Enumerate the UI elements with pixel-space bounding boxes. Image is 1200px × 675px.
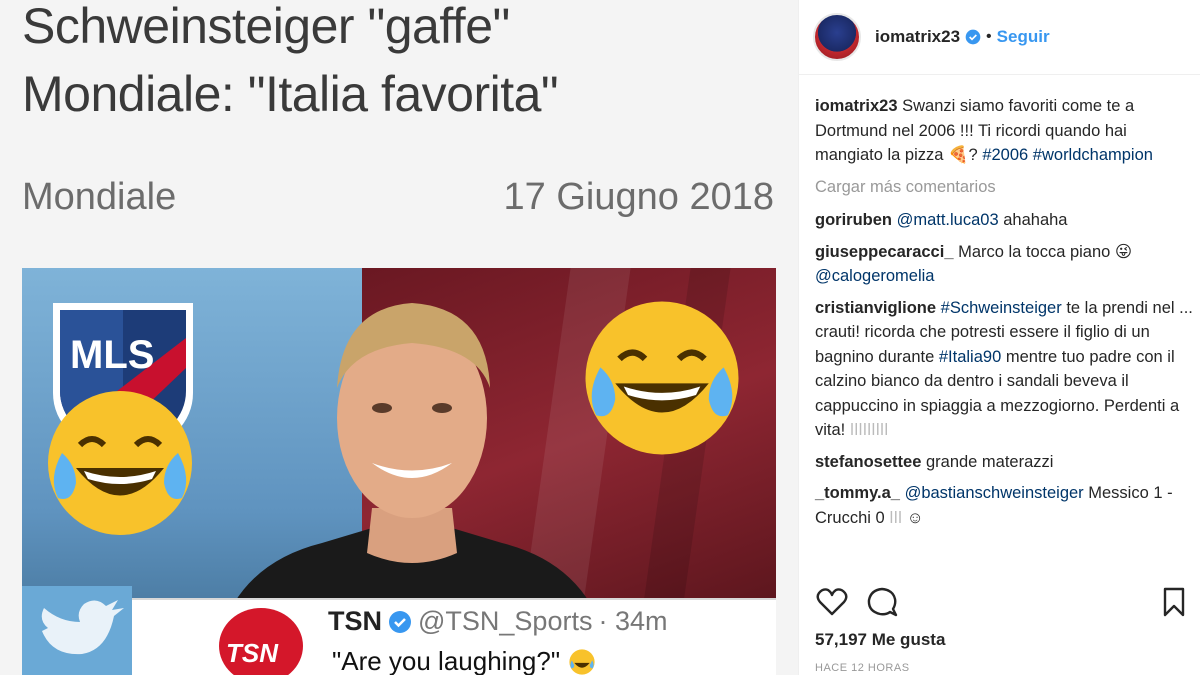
mls-logo-text: MLS — [70, 333, 154, 377]
hashtag[interactable]: #Italia90 — [939, 348, 1001, 366]
headline-line-1: Schweinsteiger "gaffe" — [22, 0, 510, 54]
caption: iomatrix23 Swanzi siamo favoriti come te… — [815, 94, 1195, 168]
article-meta: Mondiale 17 Giugno 2018 — [22, 176, 774, 219]
headline-line-2: Mondiale: "Italia favorita" — [22, 66, 559, 122]
bookmark-icon[interactable] — [1157, 585, 1191, 619]
hashtag[interactable]: #worldchampion — [1033, 146, 1153, 164]
tweet-author: TSN @TSN_Sports · 34m — [328, 606, 668, 637]
comment-user[interactable]: _tommy.a_ — [815, 484, 900, 502]
tweet-quote: "Are you laughing?" — [332, 646, 561, 675]
comment-bubble-icon[interactable] — [865, 585, 899, 619]
article-date: 17 Giugno 2018 — [503, 176, 774, 218]
comment-item: _tommy.a_ @bastianschweinsteiger Messico… — [815, 481, 1195, 530]
verified-badge-icon — [389, 610, 411, 633]
heart-icon[interactable] — [815, 585, 849, 619]
comment-user[interactable]: stefanosettee — [815, 453, 921, 471]
mention[interactable]: @calogeromelia — [815, 267, 934, 285]
comment-trail: ǀǀǀ — [889, 508, 903, 527]
likes-count[interactable]: 57,197 Me gusta — [815, 630, 945, 650]
mention[interactable]: @matt.luca03 — [897, 211, 999, 229]
tsn-logo-text: TSN — [226, 638, 279, 668]
comment-trail: ǀǀǀǀǀǀǀǀǀ — [849, 421, 889, 439]
comment-item: cristianviglione #Schweinsteiger te la p… — [815, 296, 1195, 443]
comment-text: ahahaha — [1003, 211, 1068, 229]
comment-user[interactable]: giuseppecaracci_ — [815, 243, 954, 261]
post-timestamp[interactable]: HACE 12 HORAS — [815, 662, 910, 674]
post-sidebar: iomatrix23 • Seguir iomatrix23 Swanzi si… — [798, 0, 1200, 675]
comments-list: iomatrix23 Swanzi siamo favoriti come te… — [815, 94, 1195, 537]
header-username[interactable]: iomatrix23 — [875, 27, 960, 47]
load-more-comments-button[interactable]: Cargar más comentarios — [815, 175, 1195, 200]
hashtag[interactable]: #2006 — [982, 146, 1028, 164]
comment-user[interactable]: goriruben — [815, 211, 892, 229]
avatar[interactable] — [813, 13, 861, 61]
tweet-text: "Are you laughing?" — [332, 646, 596, 675]
tv-screenshot: MLS TSN TSN @TSN_Sports · 34m "Are you l… — [22, 268, 776, 675]
tsn-logo: TSN — [219, 608, 303, 675]
laughing-emoji-icon — [569, 648, 595, 675]
comment-text: Marco la tocca piano 😜 — [958, 242, 1133, 261]
follow-button[interactable]: Seguir — [997, 27, 1050, 47]
post-actions — [815, 585, 1191, 621]
article-category: Mondiale — [22, 176, 177, 218]
comment-item: goriruben @matt.luca03 ahahaha — [815, 208, 1195, 233]
tweet-time: · 34m — [598, 606, 668, 636]
post-header: iomatrix23 • Seguir — [799, 0, 1200, 75]
mention[interactable]: @bastianschweinsteiger — [905, 484, 1084, 502]
header-separator: • — [986, 28, 992, 45]
tweet-brand: TSN — [328, 606, 382, 636]
twitter-bird-icon — [41, 600, 124, 655]
comment-user[interactable]: cristianviglione — [815, 299, 936, 317]
caption-user[interactable]: iomatrix23 — [815, 97, 898, 115]
verified-badge-icon — [965, 29, 981, 45]
hashtag[interactable]: #Schweinsteiger — [941, 299, 1062, 317]
comment-item: giuseppecaracci_ Marco la tocca piano 😜 … — [815, 240, 1195, 289]
article-headline: Schweinsteiger "gaffe" Mondiale: "Italia… — [22, 0, 559, 128]
comment-item: stefanosettee grande materazzi — [815, 450, 1195, 475]
tweet-bird-box — [22, 586, 132, 675]
comment-text: grande materazzi — [925, 452, 1054, 471]
comment-emoji: ☺ — [906, 508, 924, 527]
tweet-handle: @TSN_Sports — [418, 606, 593, 636]
laughing-emoji-icon — [48, 391, 192, 535]
post-image[interactable]: Schweinsteiger "gaffe" Mondiale: "Italia… — [0, 0, 798, 675]
laughing-emoji-icon — [585, 301, 739, 455]
